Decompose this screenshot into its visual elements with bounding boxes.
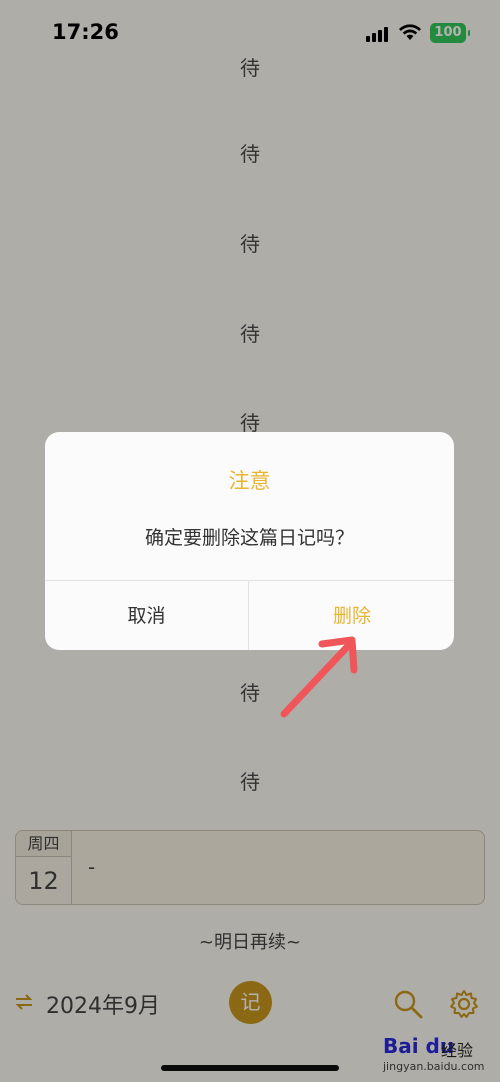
dialog-actions: 取消 删除 [45, 580, 454, 650]
dialog-title: 注意 [228, 469, 271, 493]
annotation-arrow-icon [280, 636, 358, 718]
delete-confirm-dialog: 注意 确定要删除这篇日记吗？ 取消 删除 [45, 432, 454, 650]
diary-screen: 17:26 100 待 待 待 待 待 待 待 周四 12 - ~明日再续~ 2… [0, 0, 500, 1082]
dialog-message: 确定要删除这篇日记吗？ [144, 527, 354, 549]
cancel-button[interactable]: 取消 [45, 581, 249, 650]
